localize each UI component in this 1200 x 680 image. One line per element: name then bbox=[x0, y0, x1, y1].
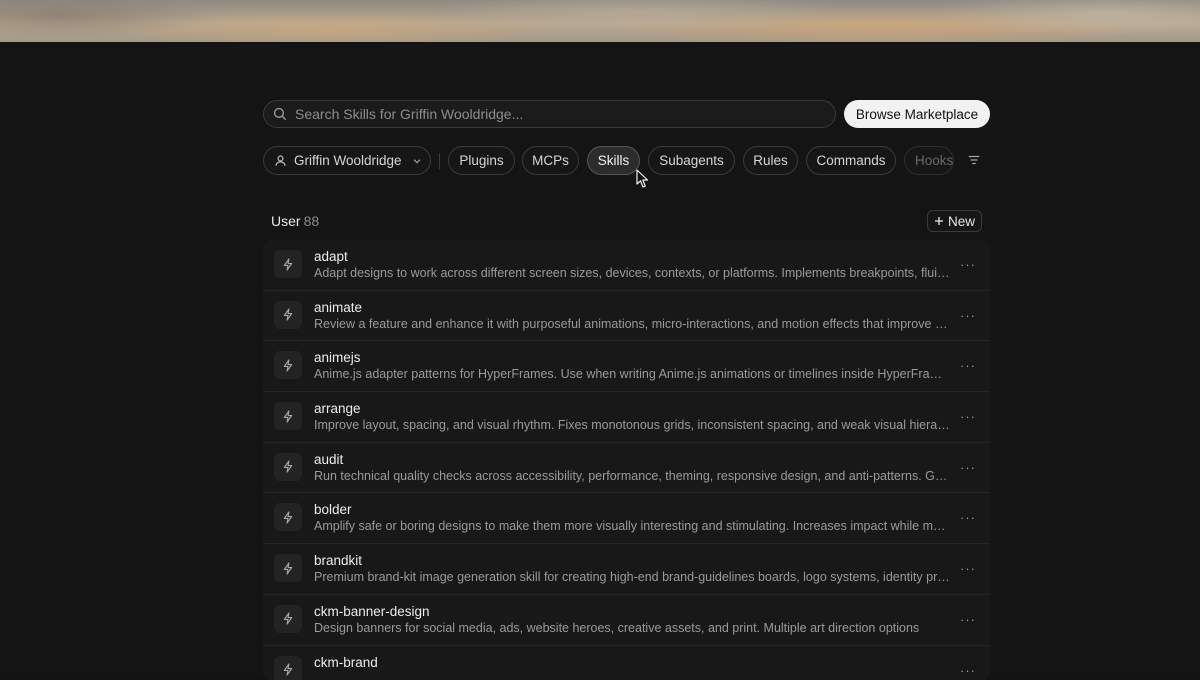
more-options-icon[interactable]: ··· bbox=[960, 663, 976, 678]
skill-row[interactable]: bolder Amplify safe or boring designs to… bbox=[263, 493, 990, 544]
skill-icon-box bbox=[274, 301, 302, 329]
skill-icon-box bbox=[274, 453, 302, 481]
skill-description: Design banners for social media, ads, we… bbox=[314, 621, 950, 635]
skill-icon-box bbox=[274, 351, 302, 379]
tab-commands[interactable]: Commands bbox=[806, 146, 896, 175]
skill-description: Run technical quality checks across acce… bbox=[314, 469, 950, 483]
skill-row[interactable]: animate Review a feature and enhance it … bbox=[263, 291, 990, 342]
lightning-icon bbox=[282, 308, 294, 321]
tab-mcps[interactable]: MCPs bbox=[522, 146, 579, 175]
skill-description: Review a feature and enhance it with pur… bbox=[314, 317, 950, 331]
skill-row[interactable]: audit Run technical quality checks acros… bbox=[263, 443, 990, 494]
skill-icon-box bbox=[274, 656, 302, 680]
skill-icon-box bbox=[274, 503, 302, 531]
more-options-icon[interactable]: ··· bbox=[960, 308, 976, 323]
skill-row[interactable]: animejs Anime.js adapter patterns for Hy… bbox=[263, 341, 990, 392]
tab-plugins[interactable]: Plugins bbox=[448, 146, 515, 175]
more-options-icon[interactable]: ··· bbox=[960, 409, 976, 424]
skill-name: audit bbox=[314, 452, 343, 467]
filter-divider bbox=[439, 153, 440, 169]
section-title: User88 bbox=[271, 213, 319, 229]
skill-description: Improve layout, spacing, and visual rhyt… bbox=[314, 418, 950, 432]
lightning-icon bbox=[282, 511, 294, 524]
tab-subagents[interactable]: Subagents bbox=[648, 146, 735, 175]
new-button-label: New bbox=[948, 214, 975, 229]
skill-row[interactable]: adapt Adapt designs to work across diffe… bbox=[263, 240, 990, 291]
browse-marketplace-button[interactable]: Browse Marketplace bbox=[844, 100, 990, 128]
tab-hooks[interactable]: Hooks bbox=[904, 146, 954, 175]
skill-description: Premium brand-kit image generation skill… bbox=[314, 570, 950, 584]
search-row: Browse Marketplace bbox=[263, 100, 990, 128]
user-selector[interactable]: Griffin Wooldridge bbox=[263, 146, 431, 175]
skill-icon-box bbox=[274, 402, 302, 430]
more-options-icon[interactable]: ··· bbox=[960, 257, 976, 272]
skill-name: arrange bbox=[314, 401, 361, 416]
chevron-down-icon bbox=[412, 156, 422, 166]
skill-icon-box bbox=[274, 554, 302, 582]
more-options-icon[interactable]: ··· bbox=[960, 460, 976, 475]
skill-description: Adapt designs to work across different s… bbox=[314, 266, 950, 280]
more-options-icon[interactable]: ··· bbox=[960, 612, 976, 627]
lightning-icon bbox=[282, 460, 294, 473]
filter-icon[interactable] bbox=[967, 153, 981, 167]
search-box[interactable] bbox=[263, 100, 836, 128]
skill-name: adapt bbox=[314, 249, 348, 264]
more-options-icon[interactable]: ··· bbox=[960, 561, 976, 576]
skill-name: brandkit bbox=[314, 553, 362, 568]
skill-row[interactable]: ckm-banner-design Design banners for soc… bbox=[263, 595, 990, 646]
skill-description: Amplify safe or boring designs to make t… bbox=[314, 519, 950, 533]
skills-list: adapt Adapt designs to work across diffe… bbox=[263, 240, 990, 680]
plus-icon bbox=[934, 216, 944, 226]
skill-row[interactable]: arrange Improve layout, spacing, and vis… bbox=[263, 392, 990, 443]
lightning-icon bbox=[282, 410, 294, 423]
more-options-icon[interactable]: ··· bbox=[960, 358, 976, 373]
section-header: User88 New bbox=[263, 210, 990, 232]
search-input[interactable] bbox=[295, 106, 815, 122]
section-title-label: User bbox=[271, 213, 301, 229]
user-selector-label: Griffin Wooldridge bbox=[294, 153, 402, 168]
skill-name: animejs bbox=[314, 350, 361, 365]
tab-rules[interactable]: Rules bbox=[743, 146, 798, 175]
new-button[interactable]: New bbox=[927, 210, 982, 232]
search-icon bbox=[273, 107, 287, 121]
skill-name: animate bbox=[314, 300, 362, 315]
filter-row: Griffin Wooldridge Plugins MCPs Skills S… bbox=[263, 146, 990, 176]
lightning-icon bbox=[282, 562, 294, 575]
user-icon bbox=[274, 154, 287, 167]
lightning-icon bbox=[282, 663, 294, 676]
skill-name: ckm-brand bbox=[314, 655, 378, 670]
lightning-icon bbox=[282, 612, 294, 625]
skills-page: Browse Marketplace Griffin Wooldridge Pl… bbox=[0, 42, 1200, 675]
skill-description: Anime.js adapter patterns for HyperFrame… bbox=[314, 367, 950, 381]
more-options-icon[interactable]: ··· bbox=[960, 510, 976, 525]
tab-skills[interactable]: Skills bbox=[587, 146, 640, 175]
skill-icon-box bbox=[274, 605, 302, 633]
skill-row[interactable]: brandkit Premium brand-kit image generat… bbox=[263, 544, 990, 595]
skill-icon-box bbox=[274, 250, 302, 278]
lightning-icon bbox=[282, 258, 294, 271]
skill-name: bolder bbox=[314, 502, 352, 517]
lightning-icon bbox=[282, 359, 294, 372]
mouse-cursor-icon bbox=[636, 169, 650, 189]
hero-banner-image bbox=[0, 0, 1200, 42]
skill-name: ckm-banner-design bbox=[314, 604, 430, 619]
section-count: 88 bbox=[304, 213, 320, 229]
